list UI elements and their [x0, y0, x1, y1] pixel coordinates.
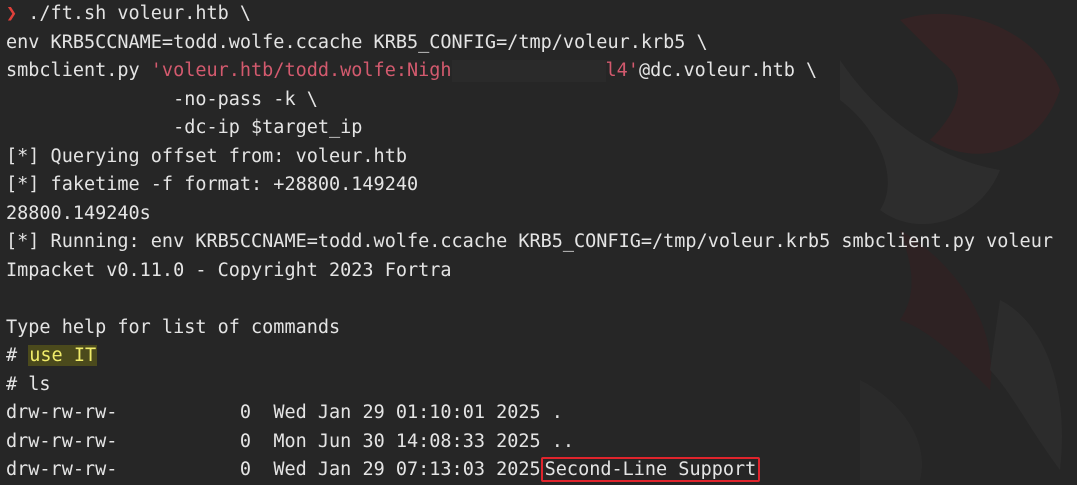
smbclient-line: smbclient.py 'voleur.htb/todd.wolfe:Nigh… — [6, 57, 1053, 86]
listing-date: Wed Jan 29 07:13:03 2025 — [273, 459, 541, 480]
output-line: -dc-ip $target_ip — [6, 117, 363, 138]
listing-size: 0 — [239, 430, 252, 452]
output-line: [*] faketime -f format: +28800.149240 — [6, 174, 419, 195]
terminal-output: ❯ ./ft.sh voleur.htb \ env KRB5CCNAME=to… — [6, 0, 1053, 485]
redaction-block — [451, 60, 606, 82]
command-line: ❯ ./ft.sh voleur.htb \ — [6, 0, 1053, 29]
credential-arg-end: l4' — [605, 60, 639, 81]
listing-perms: drw-rw-rw- — [6, 402, 118, 423]
listing-size: 0 — [239, 402, 252, 423]
output-line: env KRB5CCNAME=todd.wolfe.ccache KRB5_CO… — [6, 31, 708, 53]
output-line: -no-pass -k \ — [6, 88, 318, 110]
listing-row: drw-rw-rw- 0 Wed Jan 29 07:13:03 2025 Sec… — [6, 456, 1053, 485]
smb-command-line: # ls — [6, 373, 51, 395]
listing-size: 0 — [239, 459, 252, 480]
listing-row: drw-rw-rw- 0 Wed Jan 29 01:10:01 2025 . — [6, 399, 1053, 428]
highlighted-command: use IT — [28, 345, 98, 366]
output-line: Impacket v0.11.0 - Copyright 2023 Fortra — [6, 259, 452, 281]
smbclient-prefix: smbclient.py — [6, 60, 151, 81]
listing-date: Wed Jan 29 01:10:01 2025 — [273, 402, 541, 423]
listing-row: drw-rw-rw- 0 Mon Jun 30 14:08:33 2025 .. — [6, 428, 1053, 457]
output-line: 28800.149240s — [6, 202, 151, 224]
output-line: Type help for list of commands — [6, 316, 341, 338]
command-text: ./ft.sh voleur.htb \ — [17, 3, 252, 24]
listing-name: .. — [551, 430, 575, 452]
highlighted-directory-name: Second-Line Support — [540, 457, 761, 482]
output-line: [*] Querying offset from: voleur.htb — [6, 145, 407, 167]
prompt-symbol: ❯ — [6, 3, 18, 24]
smb-command-line: # use IT — [6, 342, 1053, 371]
smb-prompt: # — [6, 345, 29, 366]
listing-perms: drw-rw-rw- — [6, 430, 118, 452]
listing-date: Mon Jun 30 14:08:33 2025 — [273, 430, 541, 452]
output-line: [*] Running: env KRB5CCNAME=todd.wolfe.c… — [6, 231, 1053, 252]
smbclient-suffix: @dc.voleur.htb \ — [638, 60, 818, 81]
listing-name: . — [551, 402, 563, 423]
listing-perms: drw-rw-rw- — [6, 459, 118, 480]
credential-arg-start: 'voleur.htb/todd.wolfe:Nigh — [150, 60, 452, 81]
